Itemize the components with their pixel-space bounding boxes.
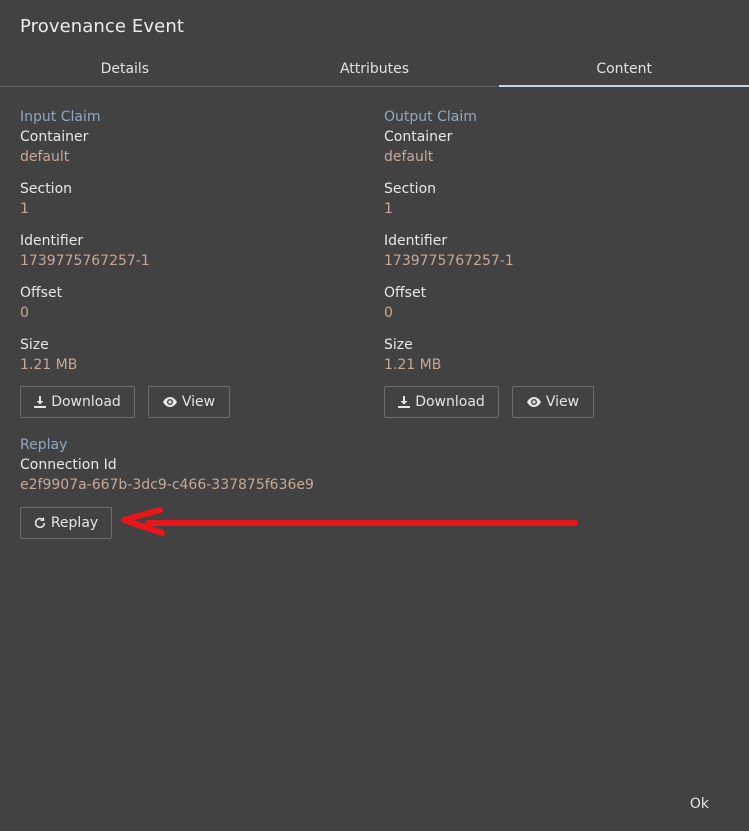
download-icon — [398, 396, 411, 408]
input-container-label: Container — [20, 129, 89, 145]
output-section-value: 1 — [384, 201, 393, 217]
output-container-value: default — [384, 149, 434, 165]
output-identifier-label: Identifier — [384, 233, 448, 249]
output-size-value: 1.21 MB — [384, 357, 442, 373]
output-offset-value: 0 — [384, 305, 393, 321]
input-section-label: Section — [20, 181, 73, 197]
tab-bar: Details Attributes Content — [0, 55, 749, 87]
refresh-icon — [34, 517, 46, 529]
output-claim-panel: Output Claim Container default Section 1… — [384, 107, 714, 418]
ok-button[interactable]: Ok — [690, 796, 709, 812]
output-offset-label: Offset — [384, 285, 427, 301]
connection-id-label: Connection Id — [20, 457, 117, 473]
connection-id-value: e2f9907a-667b-3dc9-c466-337875f636e9 — [20, 477, 314, 493]
replay-label: Replay — [50, 515, 99, 531]
output-container-label: Container — [384, 129, 453, 145]
tab-content[interactable]: Content — [499, 55, 749, 87]
output-claim-heading: Output Claim — [384, 109, 477, 125]
output-view-button[interactable]: View — [512, 386, 594, 418]
input-claim-heading: Input Claim — [20, 109, 101, 125]
tab-attributes[interactable]: Attributes — [250, 55, 500, 86]
input-claim-panel: Input Claim Container default Section 1 … — [20, 107, 350, 418]
input-offset-label: Offset — [20, 285, 63, 301]
eye-icon — [526, 397, 541, 407]
download-icon — [34, 396, 47, 408]
input-view-button[interactable]: View — [148, 386, 230, 418]
tab-details[interactable]: Details — [0, 55, 250, 86]
output-section-label: Section — [384, 181, 437, 197]
input-download-label: Download — [51, 394, 121, 410]
output-download-button[interactable]: Download — [384, 386, 499, 418]
dialog-title: Provenance Event — [20, 16, 184, 37]
input-download-button[interactable]: Download — [20, 386, 135, 418]
output-download-label: Download — [415, 394, 485, 410]
output-size-label: Size — [384, 337, 413, 353]
annotation-arrow — [121, 507, 578, 536]
replay-heading: Replay — [20, 437, 68, 453]
eye-icon — [162, 397, 177, 407]
input-size-label: Size — [20, 337, 49, 353]
input-offset-value: 0 — [20, 305, 29, 321]
input-size-value: 1.21 MB — [20, 357, 78, 373]
output-view-label: View — [545, 394, 580, 410]
input-identifier-value: 1739775767257-1 — [20, 253, 150, 269]
input-view-label: View — [181, 394, 216, 410]
input-container-value: default — [20, 149, 70, 165]
input-section-value: 1 — [20, 201, 29, 217]
replay-button[interactable]: Replay — [20, 507, 112, 539]
output-identifier-value: 1739775767257-1 — [384, 253, 514, 269]
input-identifier-label: Identifier — [20, 233, 84, 249]
